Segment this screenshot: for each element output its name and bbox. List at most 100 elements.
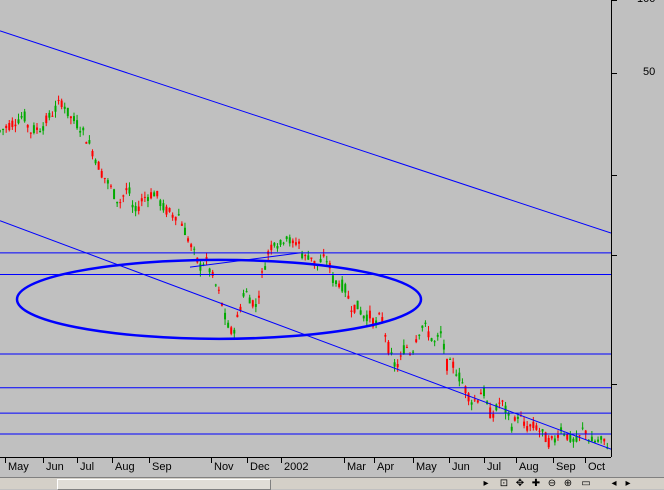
page-button[interactable]: ▭ [580,478,592,489]
candle-down [310,257,313,259]
candle-down [378,313,381,315]
candle-up [325,261,328,263]
candle-down [150,192,153,199]
candle-up [600,436,603,440]
horizontal-scrollbar[interactable] [0,477,480,490]
candle-up [113,189,116,199]
price-label-50: 50 [643,66,656,78]
candle-down [251,300,254,307]
month-label: Mar [347,461,366,473]
candle-down [190,244,193,248]
candle-down [29,132,32,134]
candle-down [473,399,476,401]
candle-down [97,161,100,170]
candle-down [381,317,384,322]
chart-plot-area[interactable] [0,0,611,457]
candle-down [464,386,467,394]
candle-up [199,263,202,271]
candle-up [66,107,69,117]
candle-up [458,372,461,382]
candle-down [109,185,112,187]
candle-down [8,122,11,131]
candle-up [510,426,513,431]
candle-up [227,322,230,328]
candle-up [276,246,279,249]
candle-up [516,416,519,419]
candle-up [449,358,452,360]
candle-down [498,402,501,404]
candle-up [282,242,285,244]
candle-up [128,187,131,194]
candle-down [479,392,482,395]
candle-up [0,130,1,132]
month-tick [585,458,586,463]
candle-up [541,429,544,432]
crosshair-button[interactable]: ✚ [530,478,542,489]
candle-up [116,201,119,204]
month-label: Apr [377,461,395,473]
zoom-fit-button[interactable]: ⊡ [498,478,510,489]
candle-down [103,177,106,179]
candle-up [183,227,186,236]
candle-up [23,111,26,122]
candle-up [461,382,464,384]
candle-up [279,239,282,245]
month-tick [77,458,78,463]
candle-down [294,242,297,245]
candle-down [476,400,479,403]
candle-up [553,438,556,443]
move-chart-button[interactable]: ✥ [514,478,526,489]
candle-up [331,275,334,283]
month-label: 2002 [284,461,309,473]
candle-up [362,315,365,319]
candle-up [248,297,251,304]
trendline [0,30,611,234]
candle-up [39,131,42,133]
candle-up [214,284,217,286]
candle-down [165,206,168,215]
candle-up [245,291,248,293]
candle-up [76,120,79,129]
candle-down [230,327,233,334]
month-tick [344,458,345,463]
candle-down [298,241,301,244]
candle-down [353,304,356,313]
candle-up [307,255,310,260]
candle-down [174,216,177,221]
candle-up [563,434,566,436]
candle-up [153,192,156,197]
month-label: Dec [250,461,270,473]
scrollbar-thumb[interactable] [57,479,271,490]
candle-up [72,116,75,122]
next-button[interactable]: ▸ [622,478,634,489]
price-tick [612,0,617,1]
month-tick [149,458,150,463]
candle-down [467,393,470,402]
month-label: Oct [588,461,606,473]
chart-toolbar: ▸ ⊡ ✥ ✚ ⊖ ⊕ ▭ ◂ ▸ [480,477,664,489]
prev-button[interactable]: ◂ [608,478,620,489]
price-chart[interactable] [0,0,611,457]
candle-down [513,417,516,421]
candle-down [452,361,455,368]
candle-up [301,253,304,259]
candle-down [578,435,581,437]
candle-up [208,268,211,273]
candle-up [42,126,45,131]
candle-up [94,159,97,164]
candle-up [193,248,196,250]
candle-up [344,284,347,293]
month-label: Nov [214,461,234,473]
candle-up [365,314,368,322]
month-label: Aug [115,461,135,473]
zoom-out-button[interactable]: ⊖ [546,478,558,489]
candle-up [32,125,35,133]
zoom-in-button[interactable]: ⊕ [562,478,574,489]
candle-down [270,244,273,251]
scroll-right-button[interactable]: ▸ [480,478,492,489]
candle-up [88,140,91,144]
candle-down [35,127,38,130]
candle-down [156,190,159,197]
month-tick [553,458,554,463]
candle-up [424,322,427,324]
